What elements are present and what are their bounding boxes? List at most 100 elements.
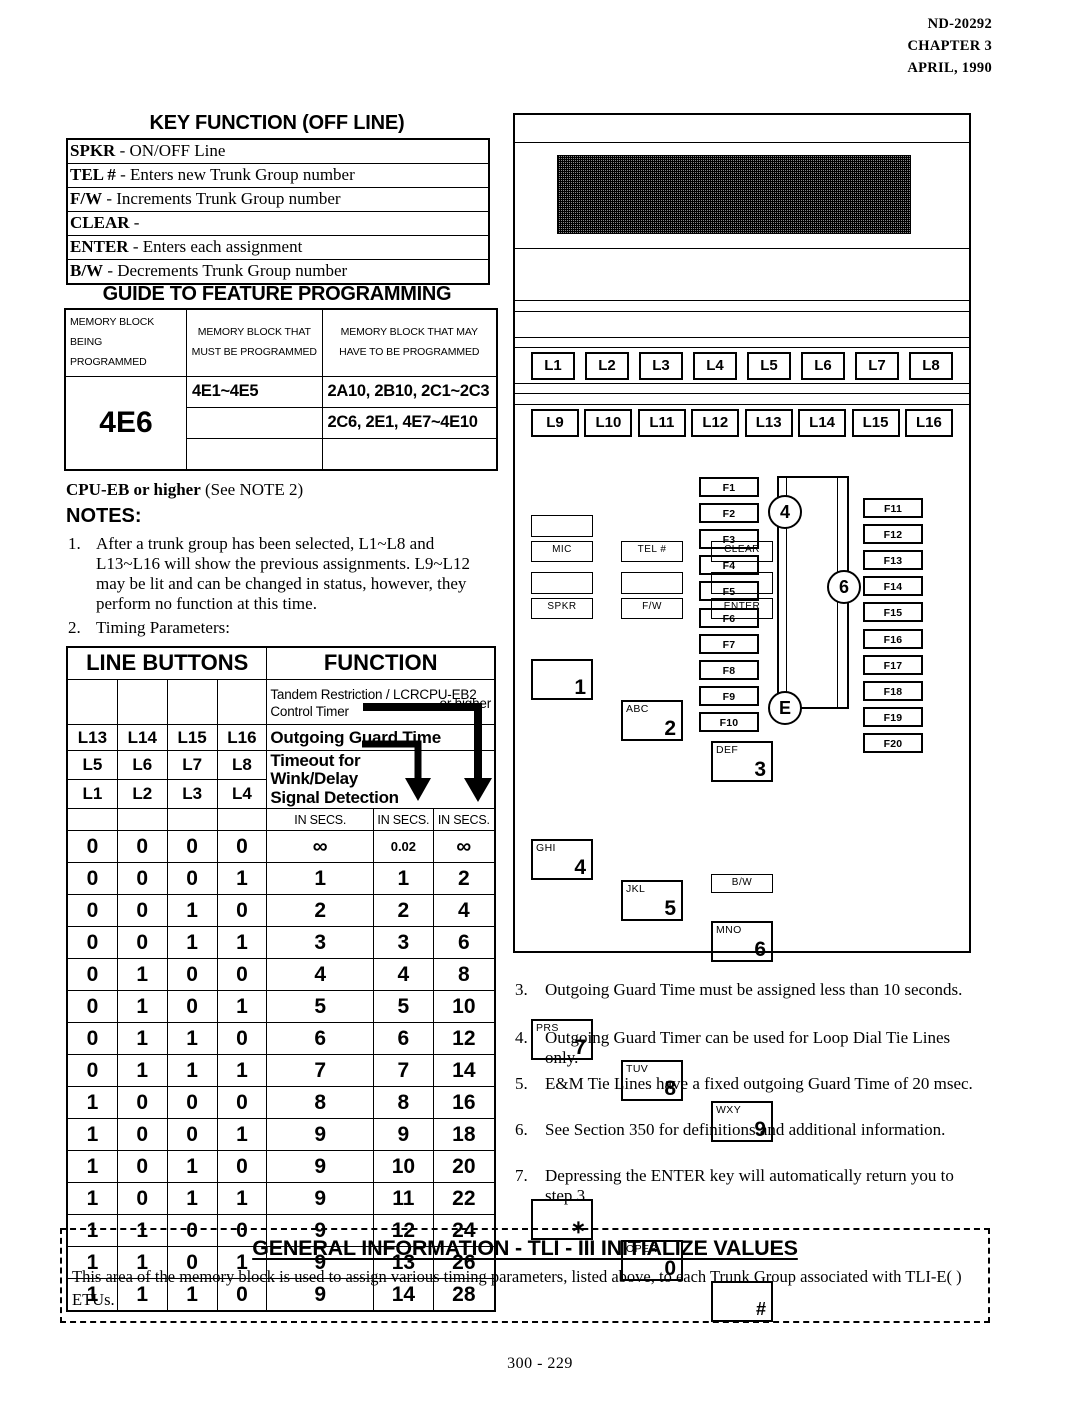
dial-key-letters: JKL (626, 883, 646, 895)
line-key-l7[interactable]: L7 (855, 352, 899, 380)
bit-cell: 0 (116, 894, 168, 928)
key-function-desc: - Enters new Trunk Group number (115, 165, 355, 184)
guide-table: MEMORY BLOCK BEING PROGRAMMED MEMORY BLO… (64, 308, 498, 471)
function-key-f13[interactable]: F13 (863, 550, 923, 571)
table-row: 1 0 1 0 9 10 20 (66, 1150, 496, 1184)
bit-cell: 1 (216, 1118, 268, 1152)
key-function-row: F/W - Increments Trunk Group number (67, 187, 489, 212)
note-6-number: 6. (515, 1120, 528, 1139)
feature-key-mic[interactable]: MIC (531, 541, 593, 562)
blank-key-cap[interactable] (531, 515, 593, 537)
line-key-l11[interactable]: L11 (637, 409, 686, 437)
dial-key-4[interactable]: GHI 4 (531, 839, 593, 880)
function-key-f14[interactable]: F14 (863, 576, 923, 597)
may-program-1: 2A10, 2B10, 2C1~2C3 (321, 375, 498, 408)
key-function-desc: - Enters each assignment (128, 237, 303, 256)
dial-key-3[interactable]: DEF 3 (711, 741, 773, 782)
function-key-f6[interactable]: F6 (699, 607, 759, 628)
line-key-l9[interactable]: L9 (531, 409, 579, 437)
dial-key-2[interactable]: ABC 2 (621, 700, 683, 741)
function-key-f8[interactable]: F8 (699, 659, 759, 680)
line-key-l1[interactable]: L1 (531, 352, 575, 380)
function-key-f11[interactable]: F11 (863, 498, 923, 518)
line-key-l8[interactable]: L8 (909, 352, 953, 380)
line-key-l6[interactable]: L6 (801, 352, 845, 380)
key-function-cell: B/W - Decrements Trunk Group number (67, 259, 489, 285)
may-program-2: 2C6, 2E1, 4E7~4E10 (321, 406, 498, 439)
line-key-l2[interactable]: L2 (585, 352, 629, 380)
function-key-f16[interactable]: F16 (863, 628, 923, 649)
key-function-row: B/W - Decrements Trunk Group number (67, 259, 489, 285)
bit-cell: 1 (216, 990, 268, 1024)
function-key-f2[interactable]: F2 (699, 503, 759, 524)
dial-key-digit: 1 (574, 676, 586, 699)
dial-key-5[interactable]: JKL 5 (621, 880, 683, 921)
line-key-l12[interactable]: L12 (691, 409, 740, 437)
cpu-requirement-line: CPU-EB or higher (See NOTE 2) (66, 480, 303, 500)
function-key-f10[interactable]: F10 (699, 711, 759, 732)
line-key-l4[interactable]: L4 (693, 352, 737, 380)
value-cell: 6 (432, 926, 496, 960)
key-function-key: TEL # (70, 165, 116, 184)
bit-cell: 1 (166, 1054, 218, 1088)
bit-cell: 1 (166, 894, 218, 928)
bit-cell: 0 (66, 926, 118, 960)
function-key-f17[interactable]: F17 (863, 654, 923, 675)
chapter-label: CHAPTER 3 (907, 37, 992, 54)
dial-key-digit: 5 (664, 897, 676, 920)
line-button-row-1: L13 L14 L15 L16 Outgoing Guard Time (66, 724, 496, 751)
function-key-f4[interactable]: F4 (699, 555, 759, 576)
note-5: 5. E&M Tie Lines have a fixed outgoing G… (515, 1074, 993, 1094)
feature-key-spkr[interactable]: SPKR (531, 598, 593, 619)
line-key-l10[interactable]: L10 (584, 409, 633, 437)
tandem-cpu-label2: or higher (439, 696, 492, 711)
function-key-f20[interactable]: F20 (863, 732, 923, 753)
function-key-f7[interactable]: F7 (699, 633, 759, 654)
blank-key-cap[interactable] (621, 572, 683, 594)
blank-key-cap[interactable] (531, 572, 593, 594)
note-4-text: Outgoing Guard Timer can be used for Loo… (545, 1028, 951, 1067)
function-key-f18[interactable]: F18 (863, 680, 923, 701)
line-key-l15[interactable]: L15 (851, 409, 900, 437)
button-l16: L16 (216, 724, 268, 751)
line-key-l13[interactable]: L13 (744, 409, 793, 437)
bit-cell: 0 (116, 926, 168, 960)
function-key-f1[interactable]: F1 (699, 477, 759, 497)
table-row: 0 1 1 0 6 6 12 (66, 1022, 496, 1056)
function-key-f5[interactable]: F5 (699, 581, 759, 602)
note-5-text: E&M Tie Lines have a fixed outgoing Guar… (545, 1074, 973, 1093)
must-program-1: 4E1~4E5 (186, 375, 323, 408)
line-key-l14[interactable]: L14 (798, 409, 847, 437)
line-key-l5[interactable]: L5 (747, 352, 791, 380)
key-function-desc: - ON/OFF Line (115, 141, 226, 160)
bit-cell: 1 (116, 1054, 168, 1088)
note-2: 2. Timing Parameters: (68, 618, 498, 638)
function-key-f9[interactable]: F9 (699, 685, 759, 706)
line-key-l3[interactable]: L3 (639, 352, 683, 380)
dial-key-6[interactable]: MNO 6 (711, 921, 773, 962)
function-key-f3[interactable]: F3 (699, 529, 759, 550)
key-function-table: SPKR - ON/OFF Line TEL # - Enters new Tru… (66, 138, 490, 285)
panel-divider-3 (515, 300, 969, 301)
bit-cell: 0 (166, 862, 218, 896)
key-function-title: KEY FUNCTION (OFF LINE) (149, 112, 405, 134)
line-key-l16[interactable]: L16 (904, 409, 953, 437)
value-cell: 18 (432, 1118, 496, 1152)
key-function-cell: F/W - Increments Trunk Group number (67, 187, 489, 212)
note-7: 7. Depressing the ENTER key will automat… (515, 1166, 985, 1205)
feature-key-f-w[interactable]: F/W (621, 598, 683, 619)
feature-key-tel[interactable]: TEL # (621, 541, 683, 562)
lcd-display (557, 155, 911, 234)
function-key-f12[interactable]: F12 (863, 524, 923, 545)
function-key-f19[interactable]: F19 (863, 706, 923, 727)
dial-key-1[interactable]: 1 (531, 659, 593, 700)
bit-cell: 0 (116, 862, 168, 896)
note-2-number: 2. (68, 618, 81, 637)
value-cell: 4 (373, 958, 434, 992)
bit-cell: 0 (216, 958, 268, 992)
control-timer-label: Control Timer (270, 704, 349, 719)
revision-date: APRIL, 1990 (907, 59, 992, 76)
function-key-f15[interactable]: F15 (863, 602, 923, 623)
bit-cell: 0 (116, 1086, 168, 1120)
feature-key-bw[interactable]: B/W (711, 874, 773, 893)
